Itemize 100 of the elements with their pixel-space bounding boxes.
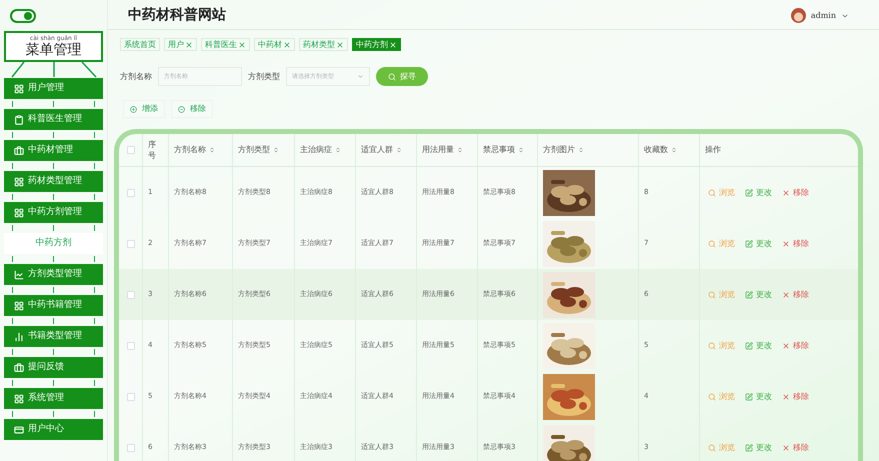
checkbox[interactable] bbox=[126, 290, 134, 298]
checkbox[interactable] bbox=[126, 240, 134, 248]
grid-icon bbox=[14, 208, 24, 218]
delete-link[interactable]: 移除 bbox=[782, 340, 809, 352]
checkbox[interactable] bbox=[126, 444, 134, 452]
delete-link[interactable]: 移除 bbox=[782, 288, 809, 300]
checkbox[interactable] bbox=[126, 188, 134, 196]
checkbox[interactable] bbox=[126, 146, 134, 154]
grid-icon bbox=[14, 84, 24, 94]
edit-link[interactable]: 更改 bbox=[745, 238, 772, 250]
menu-item[interactable]: 用户管理 bbox=[4, 78, 103, 99]
menu-item[interactable]: 系统管理 bbox=[4, 388, 103, 409]
sidebar-toggle[interactable] bbox=[10, 9, 36, 23]
search-icon bbox=[708, 240, 716, 248]
view-link[interactable]: 浏览 bbox=[708, 390, 735, 402]
menu-item[interactable]: 提问反馈 bbox=[4, 357, 103, 378]
edit-icon bbox=[745, 290, 753, 298]
menu-item[interactable]: 中药材管理 bbox=[4, 140, 103, 161]
card-icon bbox=[14, 424, 24, 434]
column-header: 操作 bbox=[705, 144, 721, 156]
column-header[interactable]: 方剂类型 bbox=[238, 144, 279, 156]
search-icon bbox=[708, 392, 716, 400]
column-header[interactable]: 收藏数 bbox=[644, 144, 677, 156]
search-icon bbox=[708, 290, 716, 298]
edit-link[interactable]: 更改 bbox=[745, 186, 772, 198]
edit-link[interactable]: 更改 bbox=[745, 442, 772, 454]
view-link[interactable]: 浏览 bbox=[708, 186, 735, 198]
tab[interactable]: 中药材 bbox=[254, 38, 295, 51]
grid-icon bbox=[14, 300, 24, 310]
column-header[interactable]: 适宜人群 bbox=[361, 144, 402, 156]
close-icon bbox=[782, 444, 790, 452]
site-title: 中药材科普网站 bbox=[128, 6, 226, 25]
close-icon[interactable] bbox=[238, 40, 246, 48]
edit-link[interactable]: 更改 bbox=[745, 390, 772, 402]
edit-link[interactable]: 更改 bbox=[745, 288, 772, 300]
view-link[interactable]: 浏览 bbox=[708, 442, 735, 454]
briefcase-icon bbox=[14, 362, 24, 372]
tab[interactable]: 用户 bbox=[164, 38, 197, 51]
column-header[interactable]: 主治病症 bbox=[300, 144, 341, 156]
tab[interactable]: 系统首页 bbox=[120, 38, 160, 51]
field-label: 方剂类型 bbox=[248, 70, 280, 82]
tree-title: 菜单管理 bbox=[26, 42, 82, 58]
close-icon bbox=[782, 392, 790, 400]
caret-icon bbox=[357, 73, 364, 80]
view-link[interactable]: 浏览 bbox=[708, 288, 735, 300]
grid-icon bbox=[14, 176, 24, 186]
checkbox[interactable] bbox=[126, 392, 134, 400]
menu-item[interactable]: 书籍类型管理 bbox=[4, 326, 103, 347]
minus-icon bbox=[178, 106, 185, 112]
edit-link[interactable]: 更改 bbox=[745, 340, 772, 352]
search-button[interactable]: 探寻 bbox=[376, 67, 428, 86]
close-icon[interactable] bbox=[283, 40, 291, 48]
close-icon[interactable] bbox=[336, 40, 344, 48]
plus-icon bbox=[130, 106, 137, 112]
remove-button[interactable]: 移除 bbox=[171, 100, 213, 118]
edit-icon bbox=[745, 444, 753, 452]
add-button[interactable]: 增添 bbox=[123, 100, 165, 118]
edit-icon bbox=[745, 342, 753, 350]
user-menu[interactable]: admin bbox=[790, 8, 849, 23]
menu-item[interactable]: 中药方剂管理 bbox=[4, 202, 103, 223]
menu-item[interactable]: 中药书籍管理 bbox=[4, 295, 103, 316]
submenu-item[interactable]: 中药方剂 bbox=[4, 233, 103, 254]
edit-icon bbox=[745, 392, 753, 400]
tab[interactable]: 科普医生 bbox=[201, 38, 250, 51]
search-icon bbox=[388, 72, 396, 80]
field-label: 方剂名称 bbox=[120, 70, 152, 82]
menu-item[interactable]: 用户中心 bbox=[4, 419, 103, 440]
search-icon bbox=[708, 444, 716, 452]
tab[interactable]: 药材类型 bbox=[299, 38, 348, 51]
chart-icon bbox=[14, 270, 24, 280]
column-header[interactable]: 用法用量 bbox=[422, 144, 463, 156]
menu-item[interactable]: 方剂类型管理 bbox=[4, 264, 103, 285]
close-icon[interactable] bbox=[185, 40, 193, 48]
delete-link[interactable]: 移除 bbox=[782, 186, 809, 198]
menu-item[interactable]: 科普医生管理 bbox=[4, 109, 103, 130]
search-icon bbox=[708, 188, 716, 196]
delete-link[interactable]: 移除 bbox=[782, 390, 809, 402]
column-header[interactable]: 方剂名称 bbox=[174, 144, 215, 156]
tab[interactable]: 中药方剂 bbox=[352, 38, 401, 51]
edit-icon bbox=[745, 240, 753, 248]
view-link[interactable]: 浏览 bbox=[708, 238, 735, 250]
delete-link[interactable]: 移除 bbox=[782, 238, 809, 250]
briefcase-icon bbox=[14, 146, 24, 156]
edit-icon bbox=[745, 188, 753, 196]
close-icon bbox=[782, 240, 790, 248]
close-icon bbox=[782, 188, 790, 196]
menu-item[interactable]: 药材类型管理 bbox=[4, 171, 103, 192]
bar-chart-icon bbox=[14, 332, 24, 342]
column-header[interactable]: 方剂图片 bbox=[543, 144, 584, 156]
column-header: 序号 bbox=[148, 139, 157, 161]
view-link[interactable]: 浏览 bbox=[708, 340, 735, 352]
checkbox[interactable] bbox=[126, 342, 134, 350]
grid-icon bbox=[14, 394, 24, 404]
avatar-icon bbox=[790, 8, 806, 23]
clipboard-icon bbox=[14, 114, 24, 124]
close-icon bbox=[782, 290, 790, 298]
column-header[interactable]: 禁忌事项 bbox=[483, 144, 524, 156]
search-icon bbox=[708, 342, 716, 350]
delete-link[interactable]: 移除 bbox=[782, 442, 809, 454]
close-icon bbox=[782, 342, 790, 350]
